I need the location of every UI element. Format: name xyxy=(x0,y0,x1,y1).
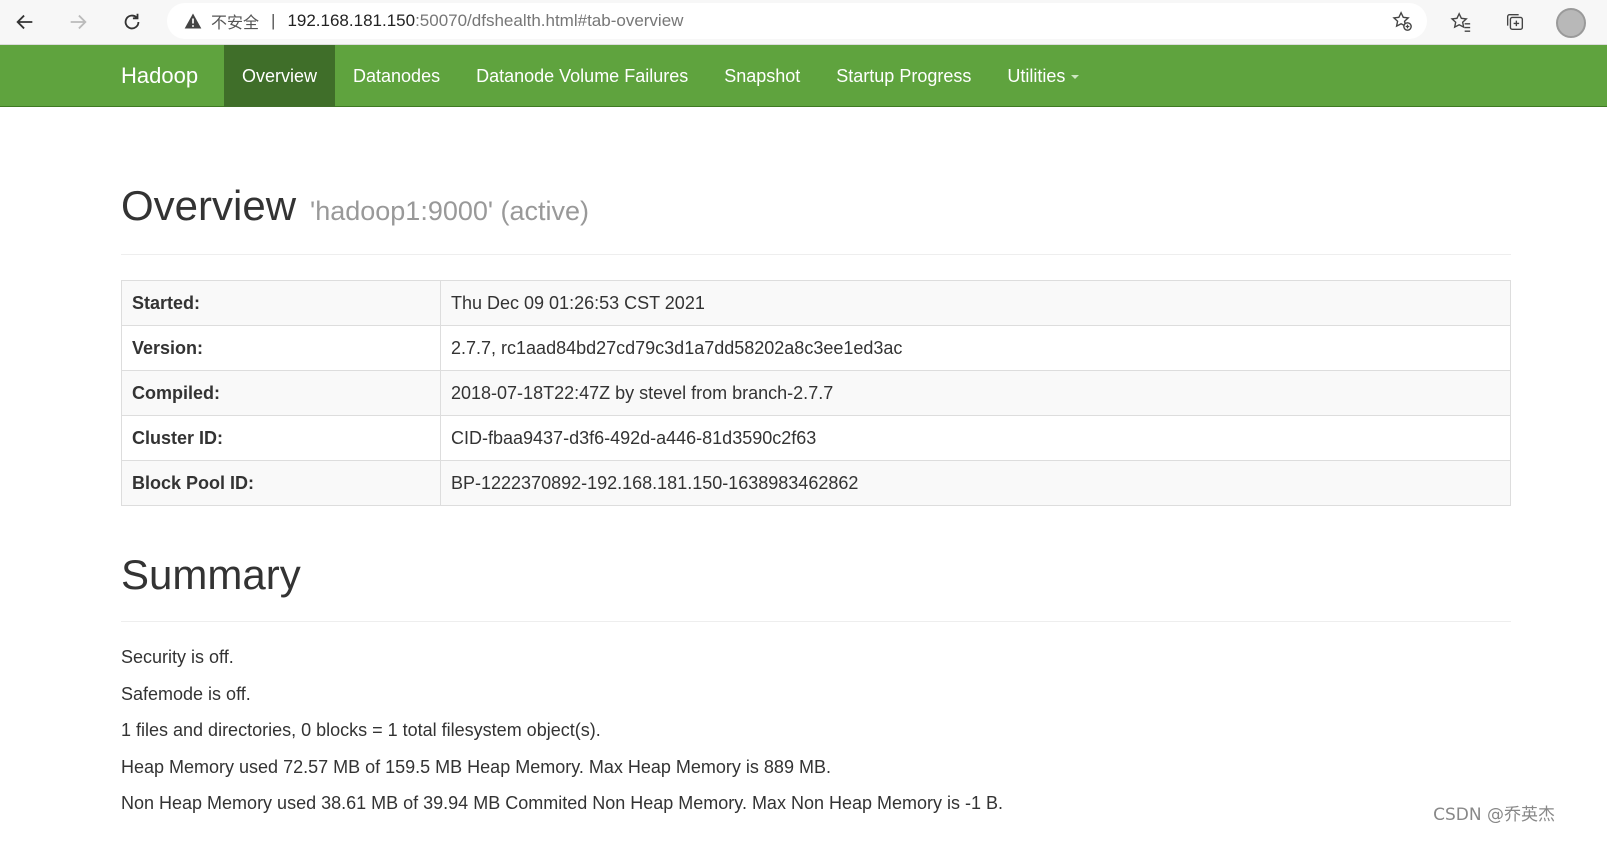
nav-item-datanodes[interactable]: Datanodes xyxy=(335,45,458,107)
nav-item-startup-progress[interactable]: Startup Progress xyxy=(818,45,989,107)
summary-heap-memory: Heap Memory used 72.57 MB of 159.5 MB He… xyxy=(121,756,831,777)
summary-non-heap-memory: Non Heap Memory used 38.61 MB of 39.94 M… xyxy=(121,793,1004,813)
row-label: Version: xyxy=(121,325,441,371)
navbar-brand[interactable]: Hadoop xyxy=(121,45,198,107)
forward-arrow-icon xyxy=(70,14,87,30)
row-value: Thu Dec 09 01:26:53 CST 2021 xyxy=(440,280,1511,326)
hadoop-navbar: Hadoop Overview Datanodes Datanode Volum… xyxy=(0,45,1607,107)
navbar-menu: Overview Datanodes Datanode Volume Failu… xyxy=(224,45,1097,107)
summary-safemode: Safemode is off. xyxy=(121,683,251,704)
row-label: Compiled: xyxy=(121,370,441,416)
address-bar[interactable]: 不安全 | 192.168.181.150:50070/dfshealth.ht… xyxy=(167,3,1427,39)
forward-button[interactable] xyxy=(62,6,94,38)
overview-table: Started: Thu Dec 09 01:26:53 CST 2021 Ve… xyxy=(121,280,1511,506)
url-path: :50070/dfshealth.html#tab-overview xyxy=(415,11,684,30)
collections-icon xyxy=(1506,13,1524,31)
overview-title: Overview xyxy=(121,182,297,229)
url-host: 192.168.181.150 xyxy=(287,11,416,30)
reload-button[interactable] xyxy=(116,6,148,38)
summary-title: Summary xyxy=(121,551,301,598)
table-row: Cluster ID: CID-fbaa9437-d3f6-492d-a446-… xyxy=(121,415,1511,461)
dropdown-caret-icon xyxy=(1071,75,1080,80)
browser-toolbar: 不安全 | 192.168.181.150:50070/dfshealth.ht… xyxy=(0,0,1607,45)
row-value: 2.7.7, rc1aad84bd27cd79c3d1a7dd58202a8c3… xyxy=(440,325,1511,371)
profile-avatar[interactable] xyxy=(1556,8,1586,38)
nav-item-snapshot[interactable]: Snapshot xyxy=(706,45,818,107)
reload-icon xyxy=(124,13,140,30)
table-row: Compiled: 2018-07-18T22:47Z by stevel fr… xyxy=(121,370,1511,416)
nav-item-utilities[interactable]: Utilities xyxy=(989,45,1097,107)
watermark: CSDN @乔英杰 xyxy=(1433,805,1555,825)
row-label: Block Pool ID: xyxy=(121,460,441,506)
collections-button[interactable] xyxy=(1501,8,1529,36)
favorites-icon xyxy=(1450,12,1471,32)
nav-item-overview[interactable]: Overview xyxy=(224,45,336,107)
summary-header: Summary xyxy=(121,551,1511,622)
nav-item-datanode-volume-failures[interactable]: Datanode Volume Failures xyxy=(458,45,706,107)
row-label: Started: xyxy=(121,280,441,326)
summary-lines: Security is off. Safemode is off. 1 file… xyxy=(121,646,1511,815)
overview-header: Overview 'hadoop1:9000' (active) xyxy=(121,182,1511,255)
row-value: BP-1222370892-192.168.181.150-1638983462… xyxy=(440,460,1511,506)
nav-item-utilities-label: Utilities xyxy=(1007,66,1066,86)
summary-security: Security is off. xyxy=(121,647,234,667)
back-arrow-icon xyxy=(16,14,33,30)
address-separator: | xyxy=(271,11,276,30)
table-row: Block Pool ID: BP-1222370892-192.168.181… xyxy=(121,460,1511,506)
page-content: Overview 'hadoop1:9000' (active) Started… xyxy=(121,107,1511,815)
table-row: Started: Thu Dec 09 01:26:53 CST 2021 xyxy=(121,280,1511,326)
back-button[interactable] xyxy=(9,6,41,38)
add-favorite-icon[interactable] xyxy=(1391,10,1413,32)
row-label: Cluster ID: xyxy=(121,415,441,461)
row-value: 2018-07-18T22:47Z by stevel from branch-… xyxy=(440,370,1511,416)
summary-filesystem-objects: 1 files and directories, 0 blocks = 1 to… xyxy=(121,720,601,740)
row-value: CID-fbaa9437-d3f6-492d-a446-81d3590c2f63 xyxy=(440,415,1511,461)
insecure-label: 不安全 xyxy=(211,13,260,32)
warning-icon xyxy=(184,13,202,29)
table-row: Version: 2.7.7, rc1aad84bd27cd79c3d1a7dd… xyxy=(121,325,1511,371)
overview-subtitle: 'hadoop1:9000' (active) xyxy=(310,196,590,226)
favorites-button[interactable] xyxy=(1447,8,1475,36)
